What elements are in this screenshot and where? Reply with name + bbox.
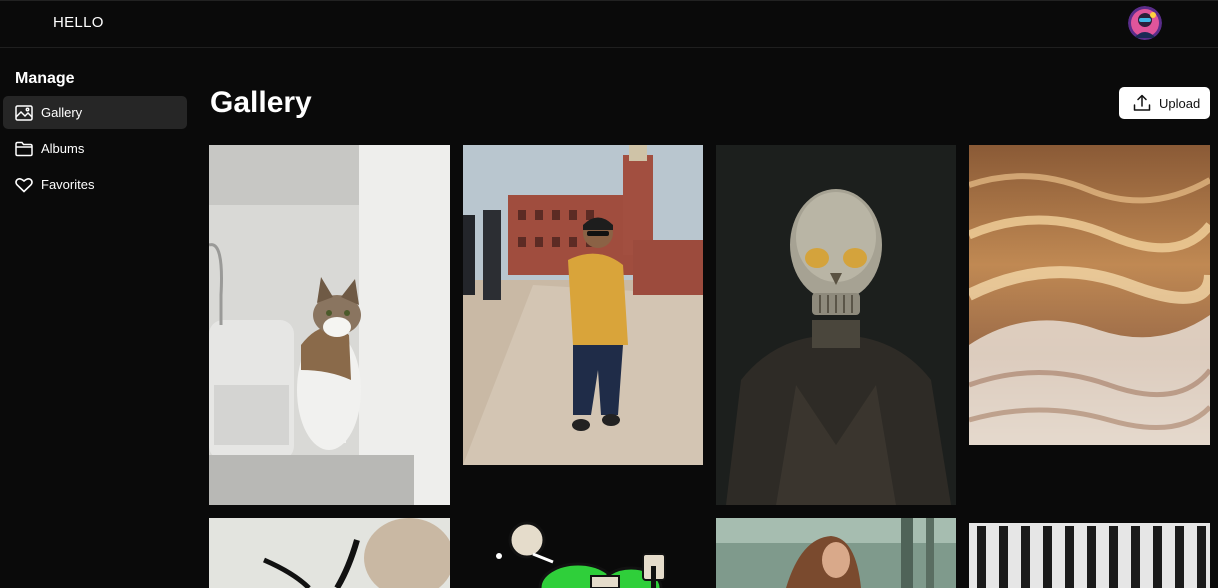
brand-logo-text[interactable]: HELLO <box>53 14 104 31</box>
sidebar-item-albums[interactable]: Albums <box>3 132 187 165</box>
photo-forest-girl[interactable] <box>716 518 956 588</box>
photo-antelope-horns[interactable] <box>209 518 450 588</box>
sidebar-item-label: Gallery <box>41 105 83 120</box>
page-title: Gallery <box>210 86 312 119</box>
folder-icon <box>15 140 35 158</box>
upload-label: Upload <box>1159 95 1201 111</box>
photo-ocean-wave[interactable] <box>969 145 1210 445</box>
top-bar: HELLO <box>0 0 1218 48</box>
photo-cat[interactable] <box>209 145 450 505</box>
sidebar-item-label: Albums <box>41 141 85 156</box>
sidebar: Manage Gallery Albums Favorites <box>0 48 195 588</box>
upload-button[interactable]: Upload <box>1119 87 1210 119</box>
photo-cartoon-character[interactable] <box>463 518 703 588</box>
photo-man-yellow-jacket[interactable] <box>463 145 703 465</box>
sidebar-item-gallery[interactable]: Gallery <box>3 96 187 129</box>
upload-icon <box>1133 94 1151 112</box>
sidebar-title: Manage <box>15 70 75 87</box>
photo-striped-pattern[interactable] <box>969 518 1210 588</box>
heart-icon <box>15 176 35 194</box>
sidebar-item-favorites[interactable]: Favorites <box>3 168 187 201</box>
sidebar-item-label: Favorites <box>41 177 95 192</box>
photo-skull-head[interactable] <box>716 145 956 505</box>
image-icon <box>15 104 35 122</box>
user-avatar[interactable] <box>1128 6 1162 40</box>
